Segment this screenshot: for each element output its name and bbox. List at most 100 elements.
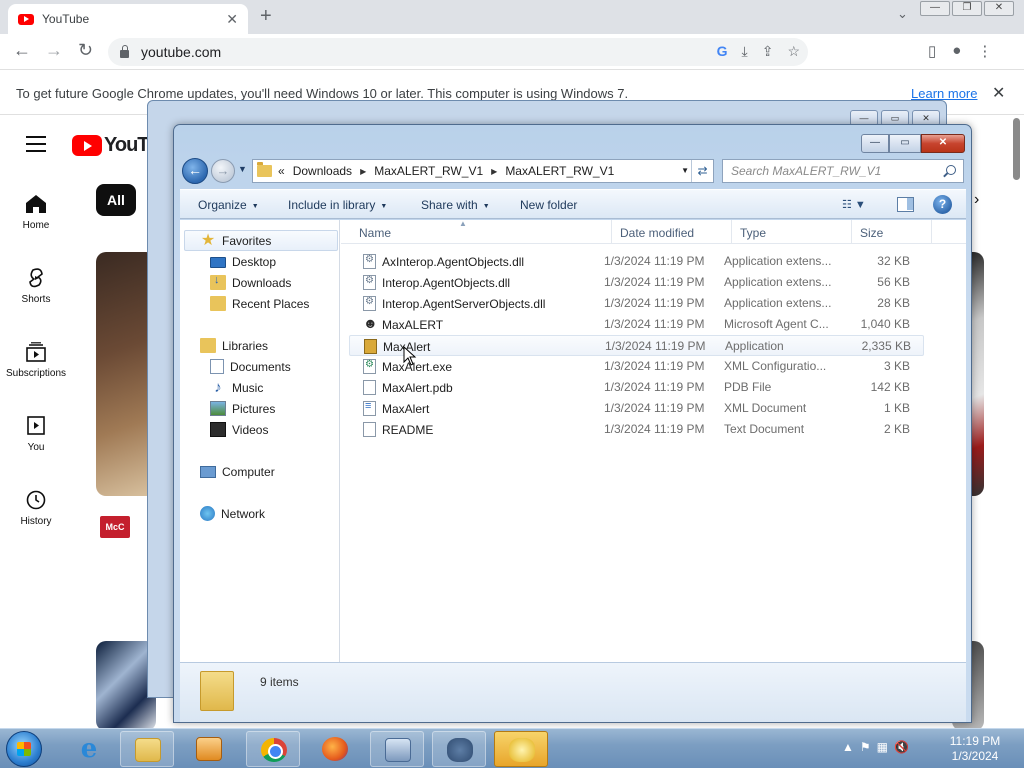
taskbar-chrome[interactable]: [246, 731, 300, 767]
file-row[interactable]: MaxALERT 1/3/2024 11:19 PM Microsoft Age…: [349, 314, 924, 335]
taskbar-maxalert[interactable]: [494, 731, 548, 767]
back-arrow-icon[interactable]: ←: [182, 158, 208, 184]
learn-more-link[interactable]: Learn more: [911, 86, 977, 101]
help-icon[interactable]: ?: [933, 195, 952, 214]
file-row[interactable]: MaxAlert 1/3/2024 11:19 PM XML Document …: [349, 398, 924, 419]
nav-libraries[interactable]: Libraries: [200, 335, 268, 356]
column-name[interactable]: Name: [359, 226, 391, 240]
start-button[interactable]: [6, 731, 42, 767]
address-dropdown-icon[interactable]: ▼: [681, 166, 689, 175]
breadcrumb[interactable]: « Downloads ▶ MaxALERT_RW_V1 ▶ MaxALERT_…: [252, 159, 714, 183]
file-row[interactable]: Interop.AgentObjects.dll 1/3/2024 11:19 …: [349, 272, 924, 293]
google-icon[interactable]: G: [717, 43, 728, 60]
refresh-icon[interactable]: ⇄: [691, 160, 713, 182]
profile-icon[interactable]: ●: [952, 42, 961, 60]
forward-arrow-icon[interactable]: →: [211, 159, 235, 183]
minimize-icon[interactable]: —: [920, 1, 950, 16]
breadcrumb-overflow[interactable]: «: [278, 164, 285, 178]
chips-next-chevron-icon[interactable]: ›: [974, 191, 979, 209]
share-icon[interactable]: ⇪: [762, 43, 774, 60]
breadcrumb-separator-icon[interactable]: ▶: [360, 167, 366, 176]
volume-muted-icon[interactable]: 🔇: [894, 740, 909, 754]
new-tab-button[interactable]: +: [260, 5, 272, 28]
file-row[interactable]: Interop.AgentServerObjects.dll 1/3/2024 …: [349, 293, 924, 314]
column-size[interactable]: Size: [860, 226, 883, 240]
show-hidden-icons-icon[interactable]: ▲: [842, 740, 854, 754]
column-type[interactable]: Type: [740, 226, 766, 240]
search-icon[interactable]: [946, 165, 956, 175]
sidebar-item-shorts[interactable]: Shorts: [0, 268, 72, 305]
network-status-icon[interactable]: ▦: [877, 740, 888, 754]
organize-button[interactable]: Organize ▼: [198, 198, 259, 212]
action-center-flag-icon[interactable]: ⚑: [860, 740, 871, 754]
system-clock[interactable]: 11:19 PM 1/3/2024: [944, 734, 1006, 764]
tab-close-icon[interactable]: ✕: [226, 11, 238, 28]
column-divider[interactable]: [731, 220, 732, 244]
page-scrollbar[interactable]: [1009, 116, 1024, 728]
breadcrumb-separator-icon[interactable]: ▶: [491, 167, 497, 176]
bookmark-star-icon[interactable]: ☆: [787, 43, 800, 60]
sidebar-item-subscriptions[interactable]: Subscriptions: [0, 342, 72, 379]
taskbar-media-player[interactable]: [182, 731, 236, 767]
breadcrumb-item[interactable]: Downloads: [293, 164, 352, 178]
taskbar-internet-explorer[interactable]: e: [62, 731, 116, 767]
forward-arrow-icon[interactable]: →: [45, 40, 63, 61]
sidebar-item-history[interactable]: History: [0, 490, 72, 527]
taskbar-network-app[interactable]: [370, 731, 424, 767]
nav-computer[interactable]: Computer: [200, 461, 275, 482]
minimize-icon[interactable]: —: [861, 134, 889, 153]
breadcrumb-item[interactable]: MaxALERT_RW_V1: [505, 164, 614, 178]
file-row[interactable]: MaxAlert.exe 1/3/2024 11:19 PM XML Confi…: [349, 356, 924, 377]
nav-network[interactable]: Network: [200, 503, 265, 524]
file-type: PDB File: [724, 380, 772, 394]
preview-pane-icon[interactable]: [897, 197, 914, 212]
address-bar[interactable]: youtube.com G ⤓ ⇪ ☆: [108, 38, 808, 66]
sidebar-item-you[interactable]: You: [0, 416, 72, 453]
maximize-icon[interactable]: ▭: [889, 134, 921, 153]
nav-desktop[interactable]: Desktop: [210, 251, 276, 272]
kebab-menu-icon[interactable]: ⋮: [977, 42, 992, 60]
tab-search-chevron-icon[interactable]: ⌄: [897, 6, 908, 22]
breadcrumb-item[interactable]: MaxALERT_RW_V1: [374, 164, 483, 178]
install-icon[interactable]: ⤓: [742, 43, 748, 60]
sidebar-item-home[interactable]: Home: [0, 194, 72, 231]
column-divider[interactable]: [931, 220, 932, 244]
infobar-close-icon[interactable]: ✕: [992, 83, 1005, 103]
restore-icon[interactable]: ❐: [952, 1, 982, 16]
include-in-library-button[interactable]: Include in library ▼: [288, 198, 387, 212]
taskbar-agent-app[interactable]: [432, 731, 486, 767]
nav-pictures[interactable]: Pictures: [210, 398, 275, 419]
file-row[interactable]: README 1/3/2024 11:19 PM Text Document 2…: [349, 419, 924, 440]
nav-downloads[interactable]: Downloads: [210, 272, 291, 293]
new-folder-button[interactable]: New folder: [520, 198, 577, 212]
youtube-logo[interactable]: YouTu: [72, 134, 159, 157]
column-divider[interactable]: [611, 220, 612, 244]
search-input[interactable]: Search MaxALERT_RW_V1: [722, 159, 964, 183]
taskbar-firefox[interactable]: [308, 731, 362, 767]
reload-icon[interactable]: ↻: [78, 40, 93, 61]
file-row[interactable]: AxInterop.AgentObjects.dll 1/3/2024 11:1…: [349, 251, 924, 272]
hamburger-menu-icon[interactable]: [26, 136, 46, 157]
nav-music[interactable]: ♪ Music: [210, 377, 263, 398]
chip-all[interactable]: All: [96, 184, 136, 216]
nav-recent-places[interactable]: Recent Places: [210, 293, 309, 314]
scrollbar-thumb[interactable]: [1013, 118, 1020, 180]
nav-videos[interactable]: Videos: [210, 419, 268, 440]
file-row[interactable]: MaxAlert.pdb 1/3/2024 11:19 PM PDB File …: [349, 377, 924, 398]
nav-documents[interactable]: Documents: [210, 356, 291, 377]
close-icon[interactable]: ✕: [984, 1, 1014, 16]
lock-icon[interactable]: [120, 44, 129, 58]
tab-youtube[interactable]: YouTube ✕: [8, 4, 248, 34]
column-date-modified[interactable]: Date modified: [620, 226, 694, 240]
back-arrow-icon[interactable]: ←: [13, 40, 31, 61]
nav-favorites[interactable]: ★ Favorites: [184, 230, 338, 251]
close-icon[interactable]: ✕: [921, 134, 965, 153]
channel-avatar[interactable]: McC: [100, 516, 130, 538]
share-with-button[interactable]: Share with ▼: [421, 198, 490, 212]
taskbar-windows-explorer[interactable]: [120, 731, 174, 767]
change-view-icon[interactable]: ☷ ▼: [842, 198, 874, 212]
recent-pages-chevron-icon[interactable]: ▼: [238, 164, 247, 174]
side-panel-icon[interactable]: ▯: [928, 42, 936, 60]
column-divider[interactable]: [851, 220, 852, 244]
file-row[interactable]: MaxAlert 1/3/2024 11:19 PM Application 2…: [349, 335, 924, 356]
